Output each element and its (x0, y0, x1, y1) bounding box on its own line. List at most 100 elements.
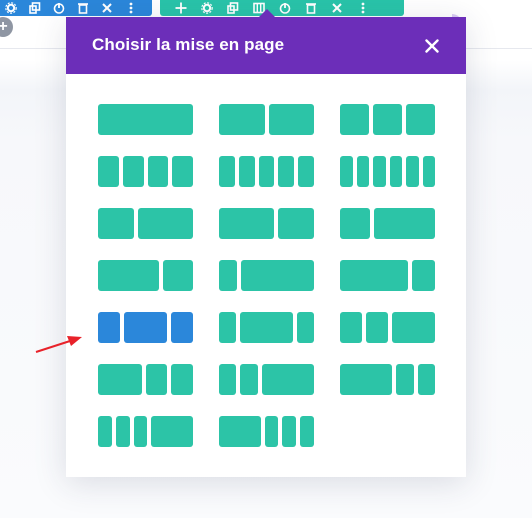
layout-column (98, 156, 119, 187)
layout-column (258, 156, 275, 187)
layout-column (219, 416, 261, 447)
more-icon[interactable] (356, 1, 370, 15)
layout-column (171, 364, 193, 395)
layout-column (373, 156, 386, 187)
layout-column (172, 156, 193, 187)
layout-column (98, 104, 193, 135)
layout-column (264, 416, 279, 447)
layout-column (422, 156, 435, 187)
layout-column (98, 416, 112, 447)
layout-option[interactable] (219, 260, 314, 291)
layout-column (171, 312, 193, 343)
more-icon[interactable] (124, 1, 138, 15)
duplicate-icon[interactable] (226, 1, 240, 15)
layout-option[interactable] (219, 416, 314, 447)
modal-title: Choisir la mise en page (92, 35, 285, 54)
layout-option[interactable] (340, 312, 435, 343)
layout-column (417, 364, 435, 395)
layout-option[interactable] (98, 312, 193, 343)
layout-column (98, 364, 142, 395)
layout-column (391, 312, 435, 343)
trash-icon[interactable] (76, 1, 90, 15)
layout-option[interactable] (340, 260, 435, 291)
layout-column (300, 416, 314, 447)
power-icon[interactable] (278, 1, 292, 15)
layout-column (277, 208, 314, 239)
close-icon[interactable] (100, 1, 114, 15)
layout-column (340, 260, 409, 291)
layout-column (219, 364, 237, 395)
layout-column (162, 260, 193, 291)
layout-column (98, 208, 135, 239)
layout-option[interactable] (219, 208, 314, 239)
layout-option[interactable] (219, 104, 314, 135)
layout-column (278, 156, 295, 187)
gear-icon[interactable] (4, 1, 18, 15)
layout-option[interactable] (340, 156, 435, 187)
layout-column (282, 416, 297, 447)
layout-column (406, 156, 419, 187)
modal-header: Choisir la mise en page (66, 17, 466, 74)
trash-icon[interactable] (304, 1, 318, 15)
layout-column (219, 208, 274, 239)
layout-column (356, 156, 369, 187)
layout-column (219, 156, 235, 187)
layout-column (238, 156, 255, 187)
layout-option[interactable] (340, 208, 435, 239)
close-icon (425, 39, 439, 53)
layout-column (219, 260, 238, 291)
close-icon[interactable] (330, 1, 344, 15)
layout-column (219, 104, 265, 135)
layout-option[interactable] (98, 156, 193, 187)
layout-column (340, 208, 371, 239)
layout-column (115, 416, 130, 447)
row-settings-toolbar (0, 0, 152, 16)
layout-option[interactable] (98, 208, 193, 239)
layout-column (412, 260, 435, 291)
layout-column (133, 416, 148, 447)
layout-option[interactable] (98, 104, 193, 135)
layout-column (268, 104, 314, 135)
layout-column (261, 364, 314, 395)
layout-option[interactable] (219, 156, 314, 187)
gear-icon[interactable] (200, 1, 214, 15)
layout-option[interactable] (98, 364, 193, 395)
layout-column (298, 156, 314, 187)
duplicate-icon[interactable] (28, 1, 42, 15)
layout-column (340, 364, 393, 395)
move-icon[interactable] (174, 1, 188, 15)
layout-column (151, 416, 193, 447)
layout-option[interactable] (219, 312, 314, 343)
layout-column (396, 364, 414, 395)
layout-column (138, 208, 193, 239)
layout-column (406, 104, 435, 135)
power-icon[interactable] (52, 1, 66, 15)
layout-column (340, 104, 369, 135)
layout-column (98, 260, 159, 291)
layout-option[interactable] (98, 416, 193, 447)
layout-column (340, 156, 353, 187)
layout-column (240, 312, 293, 343)
layout-column (219, 312, 237, 343)
layout-option[interactable] (340, 104, 435, 135)
layout-column (240, 364, 258, 395)
modal-pointer (259, 9, 275, 17)
layout-column (373, 104, 402, 135)
close-button[interactable] (422, 36, 442, 56)
layout-column (123, 312, 168, 343)
layout-column (296, 312, 314, 343)
layout-column (365, 312, 388, 343)
layout-column (145, 364, 168, 395)
layout-options-grid (98, 104, 435, 447)
module-settings-toolbar (160, 0, 404, 16)
layout-column (241, 260, 314, 291)
red-arrow-annotation (35, 336, 82, 353)
layout-option[interactable] (340, 364, 435, 395)
layout-column (340, 312, 362, 343)
layout-option[interactable] (219, 364, 314, 395)
layout-column (147, 156, 169, 187)
layout-column (389, 156, 402, 187)
layout-chooser-modal: Choisir la mise en page (66, 9, 466, 477)
layout-option[interactable] (98, 260, 193, 291)
layout-column (98, 312, 120, 343)
